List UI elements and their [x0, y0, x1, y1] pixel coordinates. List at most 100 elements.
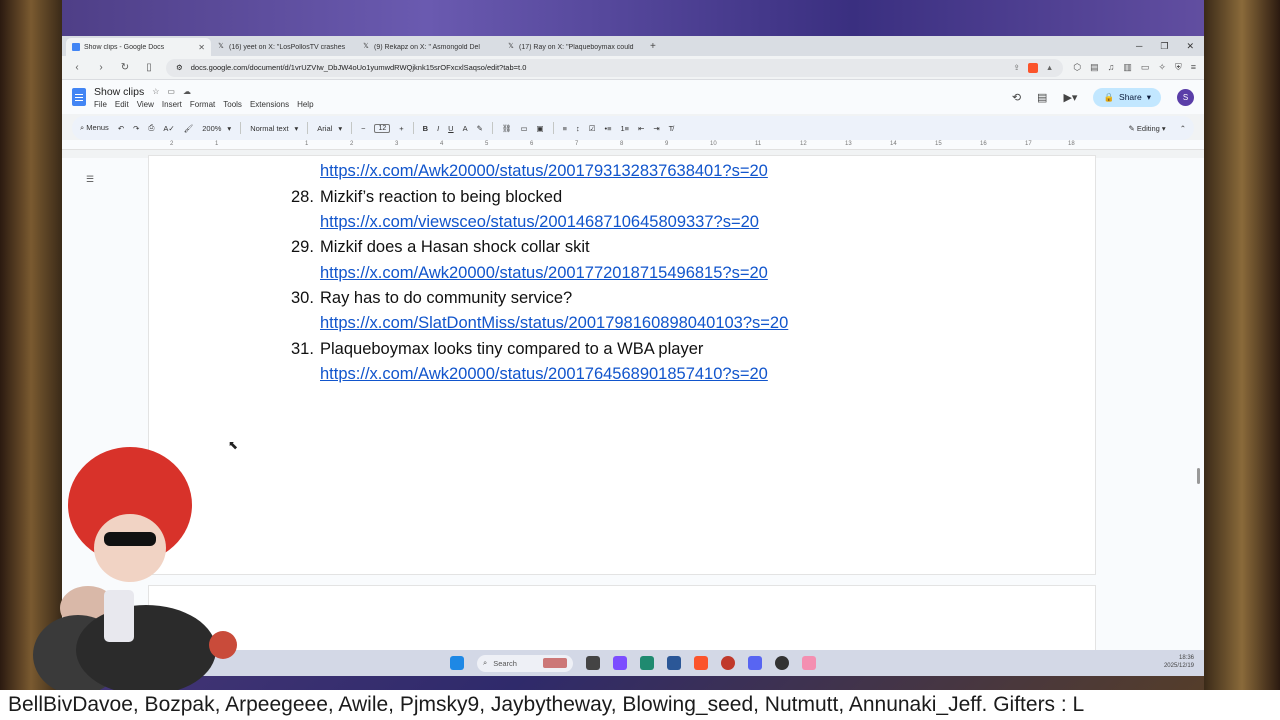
brave-shields-icon[interactable]	[1027, 62, 1038, 73]
copilot-icon[interactable]	[613, 656, 627, 670]
back-icon[interactable]: ‹	[70, 62, 84, 73]
document-title[interactable]: Show clips	[94, 86, 144, 98]
start-icon[interactable]	[450, 656, 464, 670]
tab-x-ray[interactable]: 𝕏 (17) Ray on X: "Plaqueboymax could	[501, 38, 646, 56]
menu-tools[interactable]: Tools	[223, 100, 242, 109]
meet-icon[interactable]: ▶▾	[1063, 91, 1077, 104]
docs-logo-icon[interactable]	[72, 88, 86, 106]
menu-help[interactable]: Help	[297, 100, 313, 109]
font-select[interactable]: Arial ▾	[317, 124, 342, 133]
menu-file[interactable]: File	[94, 100, 107, 109]
image-icon[interactable]: ▣	[537, 124, 544, 133]
align-icon[interactable]: ≡	[563, 124, 567, 133]
menu-icon[interactable]: ≡	[1191, 62, 1196, 73]
list-item-link[interactable]: https://x.com/Awk20000/status/2001772018…	[320, 264, 768, 283]
decrease-font-icon[interactable]: −	[361, 124, 365, 133]
app-icon[interactable]	[775, 656, 789, 670]
collapse-icon[interactable]: ⌃	[1180, 124, 1186, 133]
forward-icon[interactable]: ›	[94, 62, 108, 73]
divider	[307, 122, 309, 134]
bulleted-list-icon[interactable]: •≡	[605, 124, 612, 133]
share-button[interactable]: 🔒 Share ▾	[1093, 87, 1161, 107]
menu-edit[interactable]: Edit	[115, 100, 129, 109]
list-item-link[interactable]: https://x.com/Awk20000/status/2001764568…	[320, 365, 768, 384]
clear-formatting-icon[interactable]: T̸	[669, 124, 674, 133]
spellcheck-icon[interactable]: A✓	[163, 124, 174, 133]
chevron-down-icon[interactable]: ▾	[1147, 92, 1151, 103]
ai-icon[interactable]: ✧	[1158, 62, 1166, 73]
search-menus[interactable]: ⌕ Menus	[80, 123, 109, 133]
highlight-icon[interactable]: ✎	[477, 124, 483, 133]
tab-x-rekapz[interactable]: 𝕏 (9) Rekapz on X: " Asmongold Del	[356, 38, 501, 56]
tab-google-docs[interactable]: Show clips - Google Docs ✕	[66, 38, 211, 56]
italic-icon[interactable]: I	[437, 124, 439, 133]
list-item-link[interactable]: https://x.com/viewsceo/status/2001468710…	[320, 213, 759, 232]
brave-icon[interactable]	[694, 656, 708, 670]
increase-indent-icon[interactable]: ⇥	[653, 124, 659, 133]
new-tab-button[interactable]: +	[650, 41, 656, 52]
extension-icon[interactable]: ⬡	[1073, 62, 1081, 73]
underline-icon[interactable]: U	[448, 124, 453, 133]
avatar[interactable]: S	[1177, 88, 1194, 106]
scrollbar-thumb[interactable]	[1197, 468, 1200, 484]
list-item-link[interactable]: https://x.com/Awk20000/status/2001793132…	[320, 162, 768, 181]
close-icon[interactable]: ✕	[198, 43, 205, 52]
vpn-icon[interactable]: ⛨	[1175, 62, 1182, 73]
decrease-indent-icon[interactable]: ⇤	[638, 124, 644, 133]
reload-icon[interactable]: ↻	[118, 62, 132, 73]
tab-x-yeet[interactable]: 𝕏 (16) yeet on X: "LosPollosTV crashes	[211, 38, 356, 56]
sidebar-icon[interactable]: ▥	[1123, 62, 1132, 73]
discord-icon[interactable]	[748, 656, 762, 670]
wallet-icon[interactable]: ▭	[1141, 62, 1150, 73]
mode-select[interactable]: ✎ Editing ▾	[1129, 124, 1166, 133]
taskbar-search[interactable]: ⌕ Search	[477, 654, 573, 672]
url-field[interactable]: ⚙ docs.google.com/document/d/1vrUZVIw_Db…	[166, 58, 1064, 77]
menu-view[interactable]: View	[137, 100, 154, 109]
bookmark-icon[interactable]: ▯	[142, 62, 156, 73]
link-icon[interactable]: ⛓	[502, 124, 512, 133]
menu-insert[interactable]: Insert	[162, 100, 182, 109]
comments-icon[interactable]: ▤	[1037, 91, 1047, 104]
store-icon[interactable]	[667, 656, 681, 670]
restore-icon[interactable]: ❐	[1160, 41, 1168, 52]
list-item[interactable]: 30. Ray has to do community service?	[291, 289, 572, 308]
increase-font-icon[interactable]: +	[399, 124, 403, 133]
rewards-icon[interactable]: ▲	[1046, 63, 1053, 73]
list-item[interactable]: 28. Mizkif’s reaction to being blocked	[291, 188, 562, 207]
list-item-link[interactable]: https://x.com/SlatDontMiss/status/200179…	[320, 314, 788, 333]
clock[interactable]: 18:36 2025/12/19	[1164, 654, 1194, 670]
music-icon[interactable]: ♫	[1108, 62, 1115, 73]
task-view-icon[interactable]	[586, 656, 600, 670]
close-window-icon[interactable]: ✕	[1186, 41, 1194, 52]
zoom-select[interactable]: 200% ▾	[202, 124, 231, 133]
document-page[interactable]: https://x.com/Awk20000/status/2001793132…	[149, 156, 1095, 574]
app-icon[interactable]	[802, 656, 816, 670]
line-spacing-icon[interactable]: ↕	[576, 124, 580, 133]
obs-icon[interactable]	[721, 656, 735, 670]
bold-icon[interactable]: B	[423, 124, 428, 133]
paint-format-icon[interactable]: 🖌	[184, 124, 194, 133]
undo-icon[interactable]: ↶	[118, 124, 124, 133]
star-icon[interactable]: ☆	[152, 87, 159, 96]
move-icon[interactable]: ▭	[167, 87, 175, 96]
font-size-field[interactable]: 12	[374, 123, 391, 133]
extension-icon[interactable]: ▤	[1090, 62, 1099, 73]
style-select[interactable]: Normal text ▾	[250, 124, 298, 133]
outline-icon[interactable]: ☰	[86, 174, 94, 185]
edge-icon[interactable]	[640, 656, 654, 670]
list-item[interactable]: 31. Plaqueboymax looks tiny compared to a…	[291, 340, 703, 359]
comment-icon[interactable]: ▭	[520, 124, 527, 133]
print-icon[interactable]: ⎙	[148, 123, 154, 133]
cloud-icon[interactable]: ☁	[183, 87, 191, 96]
minimize-icon[interactable]: ─	[1136, 41, 1142, 52]
text-color-icon[interactable]: A	[463, 124, 468, 133]
site-info-icon[interactable]: ⚙	[176, 63, 183, 72]
menu-format[interactable]: Format	[190, 100, 215, 109]
numbered-list-icon[interactable]: 1≡	[621, 124, 630, 133]
share-page-icon[interactable]: ⇪	[1014, 63, 1020, 73]
list-item[interactable]: 29. Mizkif does a Hasan shock collar skit	[291, 238, 590, 257]
history-icon[interactable]: ⟲	[1012, 91, 1021, 104]
menu-extensions[interactable]: Extensions	[250, 100, 289, 109]
checklist-icon[interactable]: ☑	[589, 124, 596, 133]
redo-icon[interactable]: ↷	[133, 124, 139, 133]
